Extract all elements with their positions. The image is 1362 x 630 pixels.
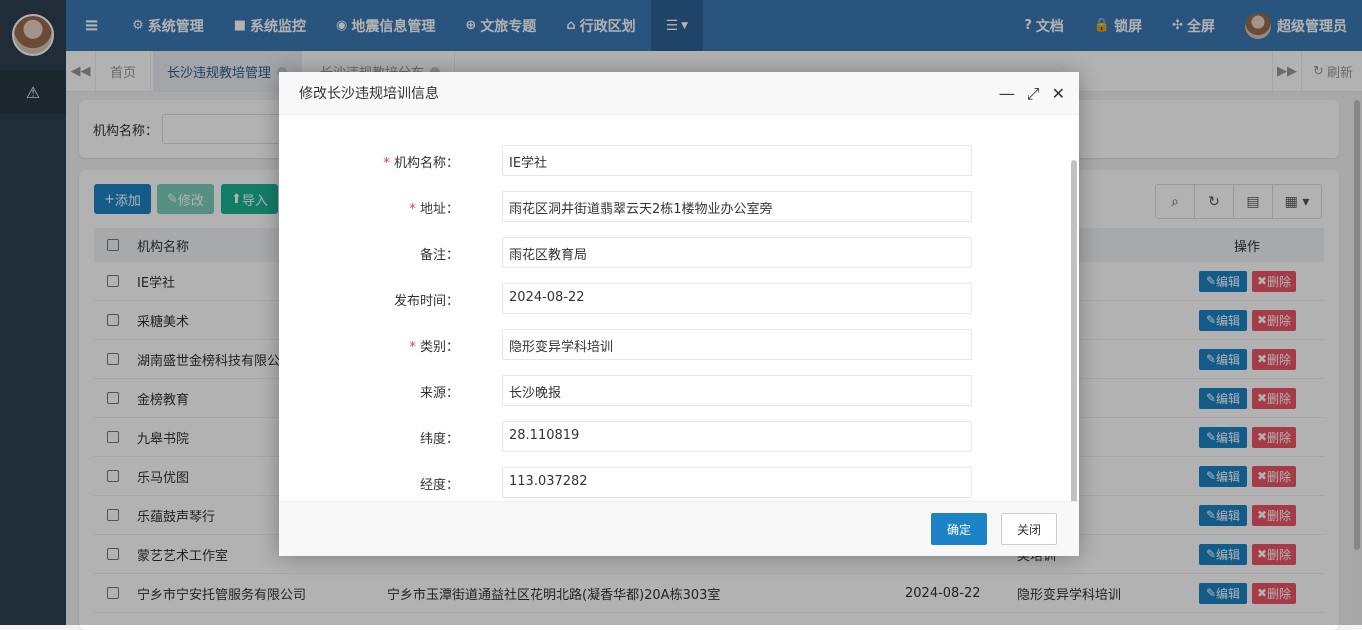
dialog-controls: — ⤢ ✕ — [999, 84, 1065, 104]
form-row: 纬度： 28.110819 — [279, 421, 1069, 453]
dialog-scrollbar[interactable] — [1071, 160, 1077, 501]
edit-dialog: 修改长沙违规培训信息 — ⤢ ✕ * 机构名称： IE学社 * 地址： 雨花区洞井街道… — [279, 72, 1079, 556]
minimize-icon[interactable]: — — [999, 84, 1015, 104]
required-marker: * — [409, 340, 420, 355]
form-row: * 地址： 雨花区洞井街道翡翠云天2栋1楼物业办公室旁 — [279, 191, 1069, 223]
field-label: * 类别： — [409, 340, 459, 355]
field-input[interactable]: 雨花区洞井街道翡翠云天2栋1楼物业办公室旁 — [502, 191, 972, 222]
field-label: 发布时间： — [393, 294, 459, 309]
form-row: * 机构名称： IE学社 — [279, 145, 1069, 177]
required-marker: * — [383, 156, 394, 171]
form-row: 经度： 113.037282 — [279, 467, 1069, 499]
form-row: 备注： 雨花区教育局 — [279, 237, 1069, 269]
field-input[interactable]: 28.110819 — [502, 421, 972, 452]
maximize-icon[interactable]: ⤢ — [1027, 84, 1040, 104]
field-input[interactable]: 2024-08-22 — [502, 283, 972, 314]
field-label: * 地址： — [409, 202, 459, 217]
field-label: 经度： — [419, 478, 459, 493]
field-label: 来源： — [419, 386, 459, 401]
field-label: * 机构名称： — [383, 156, 459, 171]
form-row: 发布时间： 2024-08-22 — [279, 283, 1069, 315]
required-marker: * — [409, 202, 420, 217]
field-input[interactable]: 长沙晚报 — [502, 375, 972, 406]
confirm-button[interactable]: 确定 — [931, 513, 987, 545]
close-button[interactable]: 关闭 — [1001, 513, 1057, 545]
form-row: * 类别： 隐形变异学科培训 — [279, 329, 1069, 361]
close-icon[interactable]: ✕ — [1052, 84, 1065, 104]
field-label: 备注： — [419, 248, 459, 263]
form-row: 来源： 长沙晚报 — [279, 375, 1069, 407]
field-input[interactable]: 隐形变异学科培训 — [502, 329, 972, 360]
dialog-title: 修改长沙违规培训信息 — [279, 72, 1079, 115]
dialog-footer: 确定 关闭 — [279, 501, 1079, 556]
field-input[interactable]: 雨花区教育局 — [502, 237, 972, 268]
dialog-form: * 机构名称： IE学社 * 地址： 雨花区洞井街道翡翠云天2栋1楼物业办公室旁备注：… — [279, 115, 1079, 501]
field-label: 纬度： — [419, 432, 459, 447]
field-input[interactable]: 113.037282 — [502, 467, 972, 498]
field-input[interactable]: IE学社 — [502, 145, 972, 176]
